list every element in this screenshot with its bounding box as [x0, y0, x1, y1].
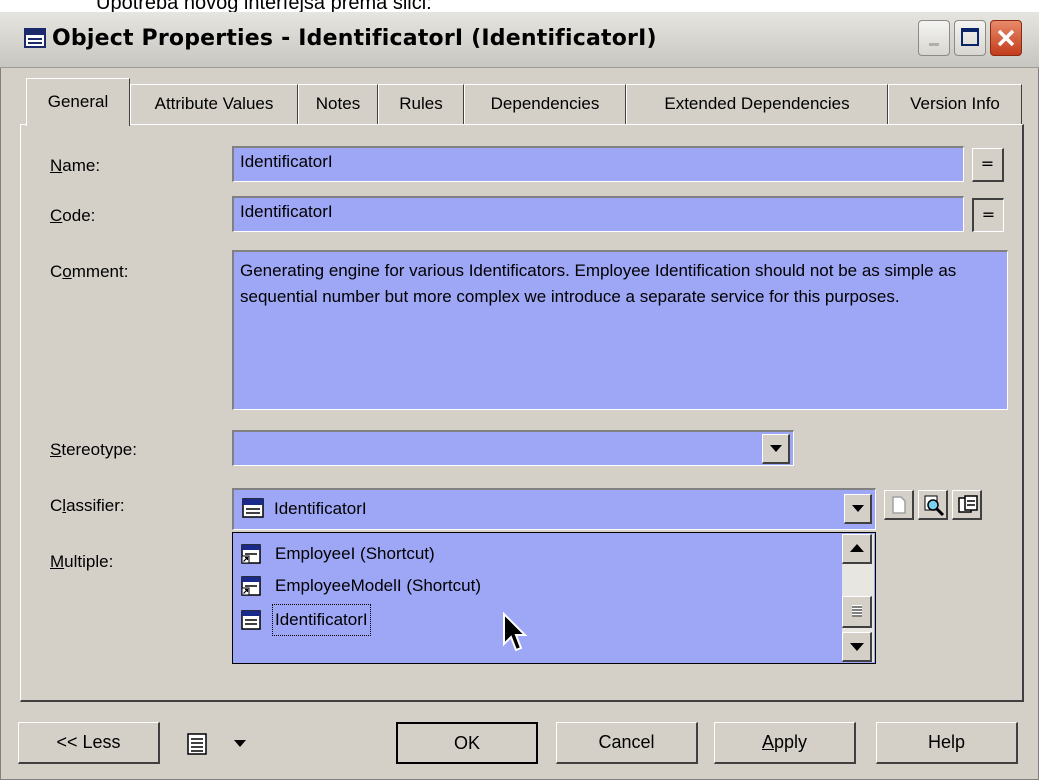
scroll-up-button[interactable]: [842, 534, 872, 564]
name-equals-button[interactable]: =: [972, 148, 1004, 182]
grip-icon: [851, 605, 862, 617]
classifier-label: Classifier:: [50, 496, 125, 515]
properties-button[interactable]: [952, 490, 982, 520]
stereotype-dropdown-button[interactable]: [762, 434, 790, 464]
shortcut-class-icon: [241, 544, 261, 564]
ok-button[interactable]: OK: [396, 722, 538, 764]
classifier-combobox[interactable]: IdentificatorI: [232, 488, 876, 530]
comment-textarea[interactable]: Generating engine for various Identifica…: [232, 250, 1008, 410]
chevron-down-icon: [234, 740, 246, 747]
tab-notes[interactable]: Notes: [298, 84, 378, 124]
stereotype-combobox[interactable]: [232, 430, 794, 466]
tab-extended-dependencies[interactable]: Extended Dependencies: [626, 84, 888, 124]
help-button[interactable]: Help: [876, 722, 1018, 764]
list-menu-icon: [187, 733, 207, 755]
less-button[interactable]: << Less: [18, 722, 160, 764]
tab-general[interactable]: General: [26, 78, 130, 126]
code-equals-button[interactable]: =: [972, 198, 1004, 232]
mouse-cursor-icon: [503, 612, 528, 652]
apply-button[interactable]: Apply: [714, 722, 856, 764]
minimize-icon: [929, 43, 939, 46]
class-icon: [241, 610, 261, 630]
name-label: Name:: [50, 156, 101, 175]
menu-dropdown-button[interactable]: [186, 730, 258, 760]
minimize-button[interactable]: [918, 20, 950, 56]
scroll-down-button[interactable]: [842, 632, 872, 662]
chevron-up-icon: [849, 544, 864, 552]
select-button[interactable]: [918, 490, 948, 520]
close-button[interactable]: [990, 20, 1022, 56]
chevron-down-icon: [851, 505, 864, 512]
list-scrollbar[interactable]: [842, 534, 874, 662]
window-icon: [24, 28, 46, 48]
close-icon: [997, 29, 1015, 47]
new-document-icon: [892, 496, 906, 514]
classifier-value: IdentificatorI: [274, 499, 367, 518]
classifier-dropdown-list[interactable]: EmployeeI (Shortcut) EmployeeModelI (Sho…: [232, 532, 876, 664]
tab-version-info[interactable]: Version Info: [888, 84, 1022, 124]
comment-label: Comment:: [50, 262, 129, 281]
code-field[interactable]: IdentificatorI: [232, 196, 964, 232]
chevron-down-icon: [849, 643, 864, 651]
maximize-icon: [961, 28, 979, 46]
tab-rules[interactable]: Rules: [378, 84, 464, 124]
properties-icon: [958, 495, 978, 513]
name-field[interactable]: IdentificatorI: [232, 146, 964, 182]
stereotype-label: Stereotype:: [50, 440, 137, 459]
code-label: Code:: [50, 206, 96, 225]
class-icon: [242, 498, 264, 518]
chevron-down-icon: [769, 445, 782, 452]
magnifier-icon: [924, 495, 945, 516]
tab-dependencies[interactable]: Dependencies: [464, 84, 626, 124]
maximize-button[interactable]: [954, 20, 986, 56]
window-title: Object Properties - IdentificatorI (Iden…: [52, 26, 657, 51]
create-button[interactable]: [884, 490, 914, 520]
multiple-label: Multiple:: [50, 552, 114, 571]
shortcut-class-icon: [241, 576, 261, 596]
cancel-button[interactable]: Cancel: [556, 722, 698, 764]
classifier-dropdown-button[interactable]: [844, 494, 872, 524]
scroll-thumb[interactable]: [842, 596, 872, 628]
tab-attribute-values[interactable]: Attribute Values: [130, 84, 298, 124]
